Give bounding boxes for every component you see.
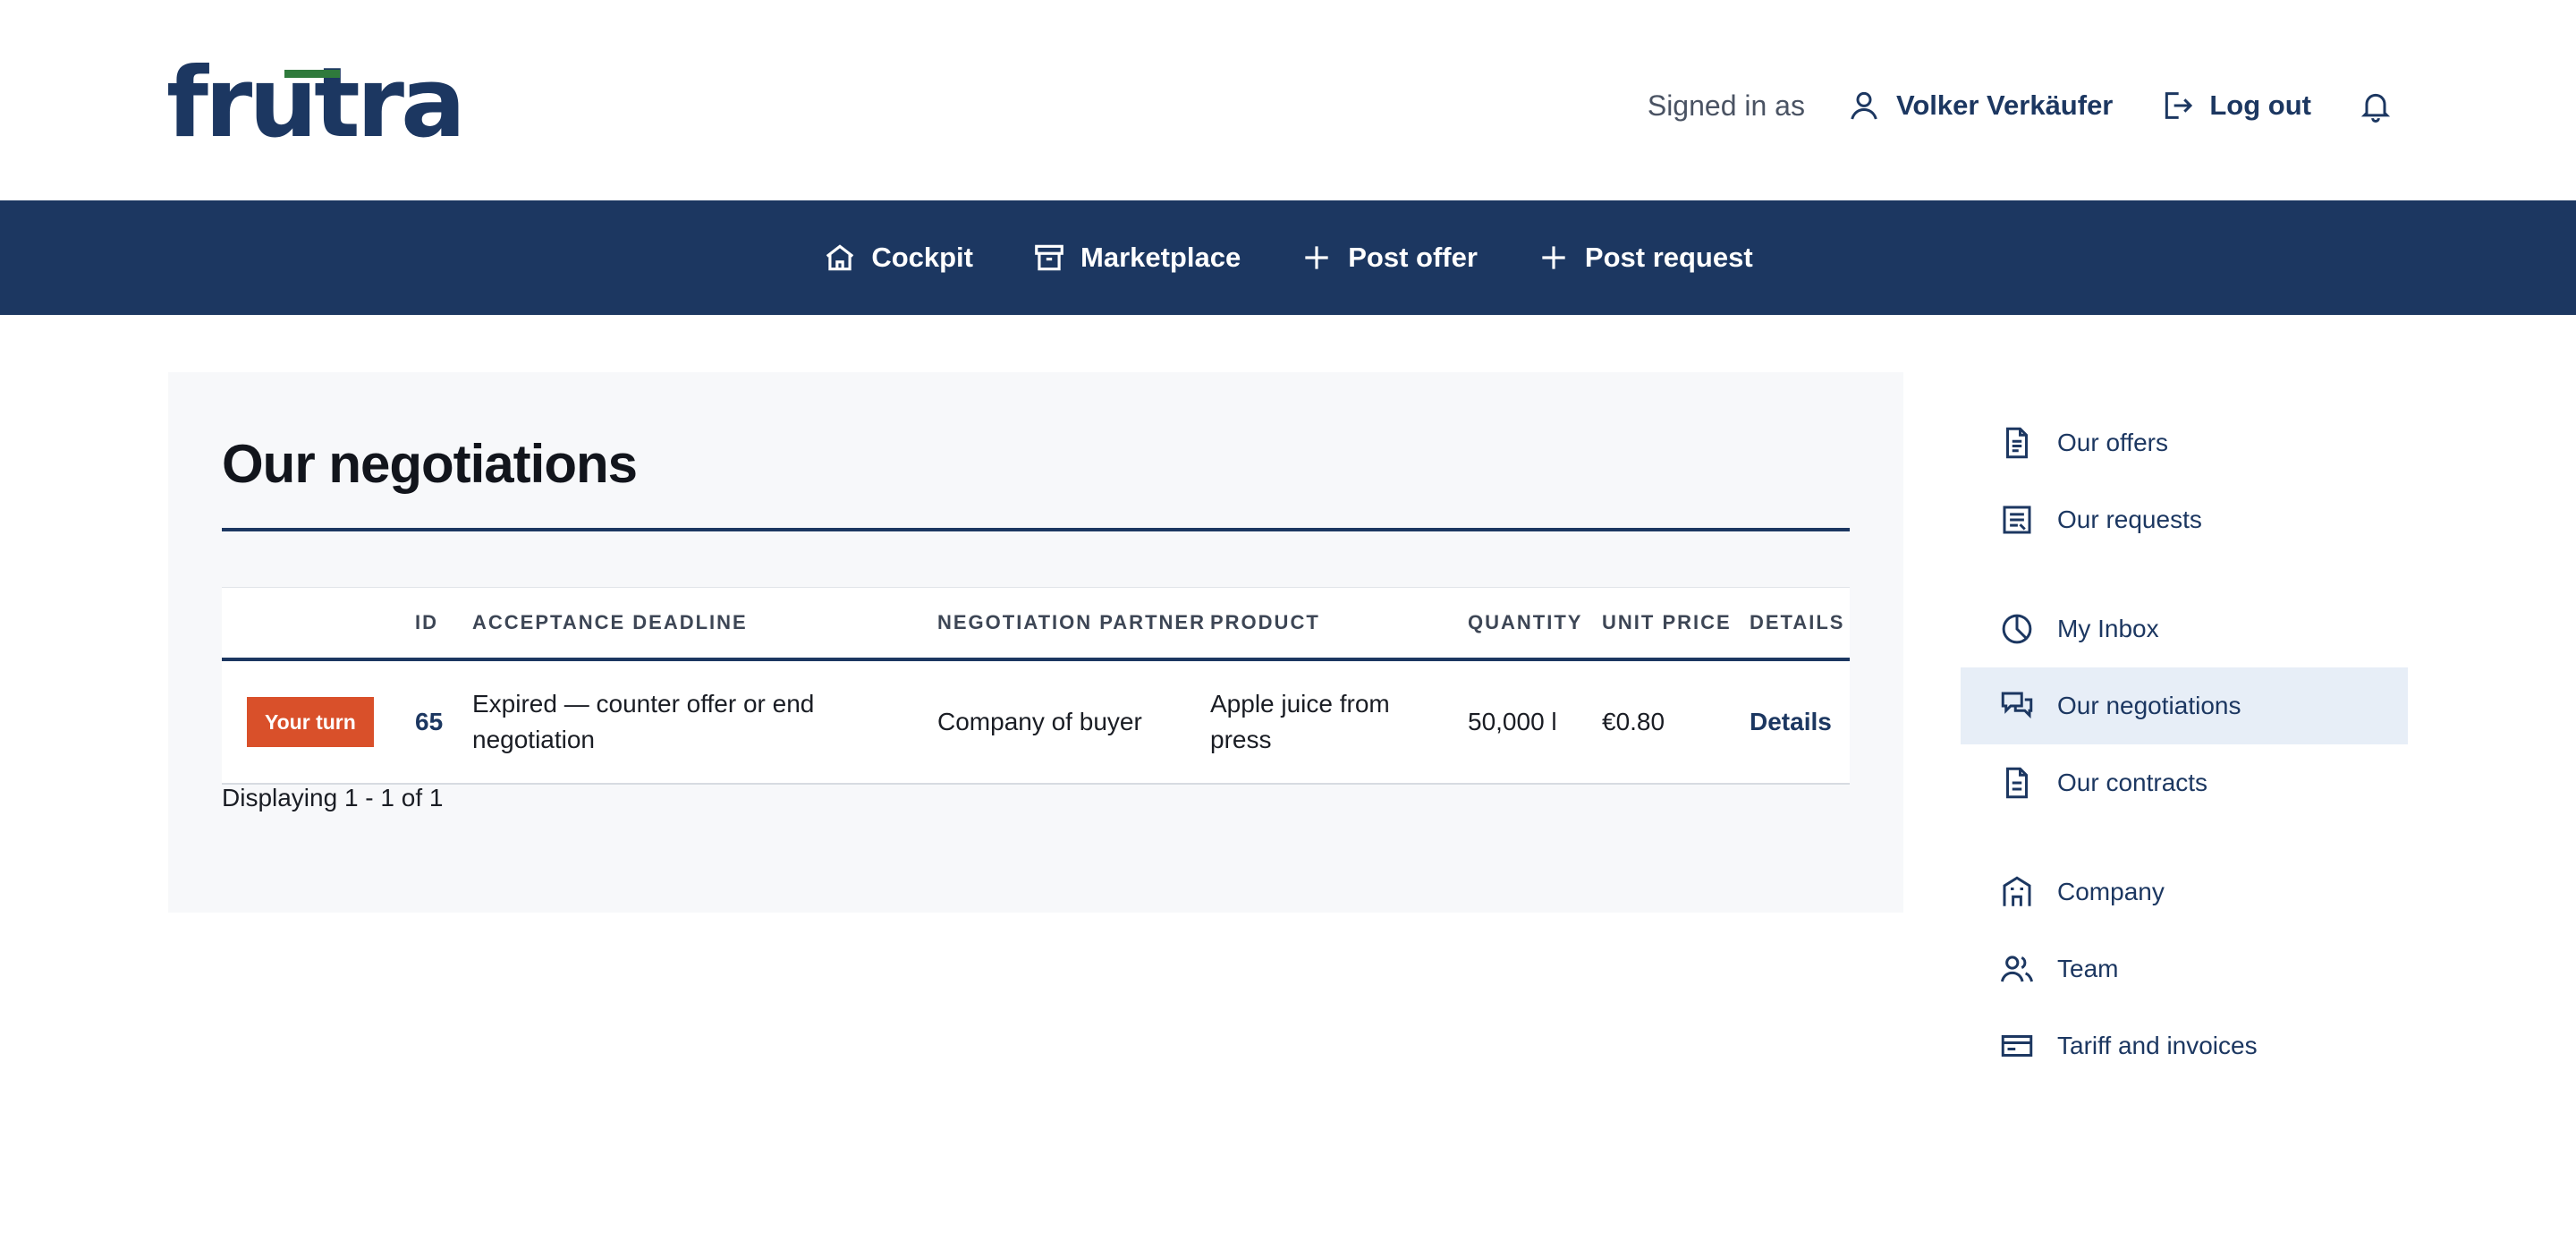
pagination-summary: Displaying 1 - 1 of 1 (222, 784, 444, 811)
column-header-quantity[interactable]: QUANTITY (1468, 587, 1602, 661)
column-header-partner[interactable]: NEGOTIATION PARTNER (937, 587, 1210, 661)
list-document-icon (1998, 501, 2057, 539)
nav-marketplace-label: Marketplace (1080, 242, 1241, 273)
id-cell: 65 (415, 659, 472, 785)
main-nav: Cockpit Marketplace Post offer Post requ… (0, 200, 2576, 315)
sidebar-item-label: Team (2057, 955, 2119, 982)
contract-icon (1998, 764, 2057, 802)
sidebar-item-label: Company (2057, 878, 2165, 905)
sidebar: Our offers Our requests My Inbox Our neg… (1961, 404, 2408, 1084)
sidebar-item-company[interactable]: Company (1961, 854, 2408, 930)
nav-post-request[interactable]: Post request (1537, 241, 1753, 275)
title-divider (222, 528, 1850, 531)
sidebar-item-label: Tariff and invoices (2057, 1032, 2258, 1059)
negotiations-panel: Our negotiations ID ACCEPTANCE DEADLINE … (168, 372, 1903, 913)
building-icon (1998, 873, 2057, 911)
column-header-deadline[interactable]: ACCEPTANCE DEADLINE (472, 587, 937, 661)
sidebar-item-our-negotiations[interactable]: Our negotiations (1961, 667, 2408, 744)
team-icon (1998, 950, 2057, 988)
negotiations-table: ID ACCEPTANCE DEADLINE NEGOTIATION PARTN… (222, 587, 1850, 785)
plus-icon (1537, 241, 1585, 275)
status-badge: Your turn (247, 697, 374, 747)
nav-post-offer-label: Post offer (1348, 242, 1478, 273)
partner-cell: Company of buyer (937, 659, 1210, 785)
column-header-details: DETAILS (1750, 587, 1850, 661)
clock-icon (1998, 610, 2057, 648)
credit-card-icon (1998, 1027, 2057, 1065)
column-header-status (222, 587, 415, 661)
document-icon (1998, 424, 2057, 462)
sidebar-item-tariff-invoices[interactable]: Tariff and invoices (1961, 1007, 2408, 1084)
sidebar-item-our-requests[interactable]: Our requests (1961, 481, 2408, 558)
details-cell: Details (1750, 659, 1850, 785)
logout-icon (2159, 88, 2209, 123)
sidebar-item-label: Our negotiations (2057, 692, 2241, 719)
column-header-unit-price[interactable]: UNIT PRICE (1602, 587, 1750, 661)
deadline-cell: Expired — counter offer or end negotiati… (472, 659, 937, 785)
logo-accent-bar (284, 70, 340, 78)
sidebar-item-our-contracts[interactable]: Our contracts (1961, 744, 2408, 821)
nav-post-offer[interactable]: Post offer (1300, 241, 1478, 275)
sidebar-item-our-offers[interactable]: Our offers (1961, 404, 2408, 481)
user-icon (1846, 88, 1896, 123)
bell-icon[interactable] (2358, 88, 2394, 123)
user-profile-link[interactable]: Volker Verkäufer (1846, 88, 2113, 123)
signed-in-label: Signed in as (1647, 89, 1805, 122)
status-cell: Your turn (222, 659, 415, 785)
user-area: Signed in as Volker Verkäufer Log out (1648, 79, 2394, 132)
home-icon (823, 241, 871, 275)
plus-icon (1300, 241, 1348, 275)
user-name: Volker Verkäufer (1895, 89, 2114, 121)
quantity-cell: 50,000 l (1468, 659, 1602, 785)
header: frutra Signed in as Volker Verkäufer Log… (0, 0, 2576, 200)
sidebar-item-label: Our offers (2057, 429, 2168, 456)
column-header-product[interactable]: PRODUCT (1210, 587, 1468, 661)
product-cell: Apple juice from press (1210, 659, 1468, 785)
sidebar-item-label: My Inbox (2057, 615, 2159, 642)
logout-button[interactable]: Log out (2159, 88, 2311, 123)
chat-bubbles-icon (1998, 687, 2057, 725)
unit-price-cell: €0.80 (1602, 659, 1750, 785)
sidebar-item-team[interactable]: Team (1961, 930, 2408, 1007)
nav-cockpit[interactable]: Cockpit (823, 241, 973, 275)
sidebar-item-my-inbox[interactable]: My Inbox (1961, 591, 2408, 667)
sidebar-item-label: Our contracts (2057, 769, 2208, 796)
column-header-id[interactable]: ID (415, 587, 472, 661)
nav-marketplace[interactable]: Marketplace (1032, 241, 1241, 275)
table-header-row: ID ACCEPTANCE DEADLINE NEGOTIATION PARTN… (222, 587, 1850, 661)
nav-cockpit-label: Cockpit (871, 242, 973, 273)
table-row[interactable]: Your turn 65 Expired — counter offer or … (222, 659, 1850, 785)
logout-label: Log out (2209, 89, 2311, 121)
sidebar-item-label: Our requests (2057, 506, 2202, 533)
page-title: Our negotiations (222, 434, 638, 494)
archive-box-icon (1032, 241, 1080, 275)
nav-post-request-label: Post request (1584, 242, 1753, 273)
details-link[interactable]: Details (1750, 708, 1832, 735)
